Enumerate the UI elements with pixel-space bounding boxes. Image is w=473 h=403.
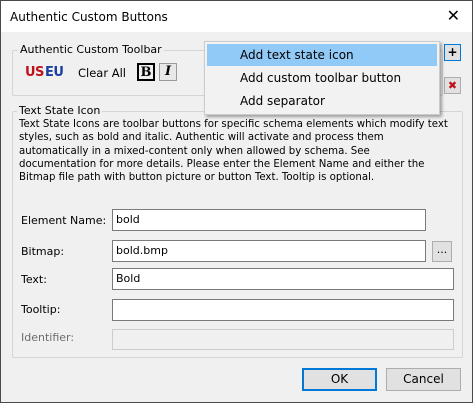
text-input[interactable]: Bold <box>112 268 454 290</box>
close-icon[interactable]: ✕ <box>447 6 460 25</box>
eu-language-button[interactable]: EU <box>45 65 64 80</box>
tooltip-input[interactable] <box>112 299 454 321</box>
menu-item-add-custom-toolbar-button[interactable]: Add custom toolbar button <box>207 67 437 89</box>
add-button[interactable]: + <box>444 44 461 61</box>
text-state-description: Text State Icons are toolbar buttons for… <box>19 119 448 184</box>
us-language-button[interactable]: US <box>25 65 44 80</box>
identifier-label: Identifier: <box>21 331 75 344</box>
tooltip-label: Tooltip: <box>21 303 61 316</box>
browse-bitmap-button[interactable]: ... <box>432 241 452 262</box>
text-label: Text: <box>21 273 47 286</box>
bold-toolbar-button[interactable]: B <box>137 63 155 81</box>
add-context-menu: Add text state icon Add custom toolbar b… <box>204 41 440 115</box>
text-state-icon-group-label: Text State Icon <box>17 104 103 117</box>
identifier-input <box>112 329 454 350</box>
ok-button[interactable]: OK <box>302 368 377 391</box>
custom-toolbar-group-label: Authentic Custom Toolbar <box>18 43 164 56</box>
element-name-label: Element Name: <box>21 214 107 227</box>
dialog-title: Authentic Custom Buttons <box>10 10 168 24</box>
element-name-input[interactable]: bold <box>112 209 426 231</box>
bitmap-input[interactable]: bold.bmp <box>112 240 426 262</box>
delete-button[interactable]: ✖ <box>444 77 461 94</box>
cancel-button[interactable]: Cancel <box>386 368 461 391</box>
authentic-custom-buttons-dialog: Authentic Custom Buttons ✕ Authentic Cus… <box>0 0 473 403</box>
italic-toolbar-button[interactable]: I <box>159 63 177 81</box>
menu-item-add-text-state-icon[interactable]: Add text state icon <box>207 44 437 66</box>
title-bar: Authentic Custom Buttons ✕ <box>1 1 472 32</box>
menu-item-add-separator[interactable]: Add separator <box>207 90 437 112</box>
clear-all-button[interactable]: Clear All <box>78 66 126 80</box>
bitmap-label: Bitmap: <box>21 245 65 258</box>
